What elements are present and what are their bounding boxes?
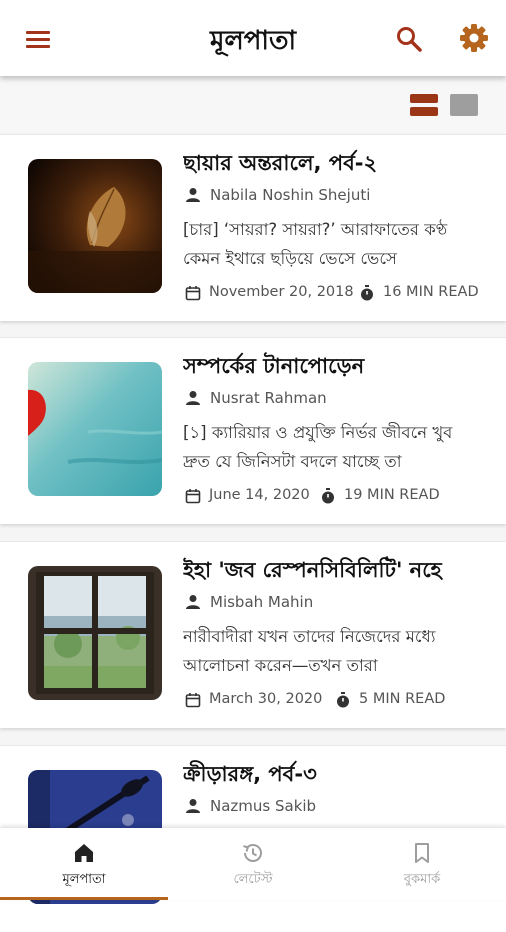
page-title: মূলপাতা xyxy=(209,26,297,56)
article-card[interactable]: ছায়ার অন্তরালে, পর্ব-২ Nabila Noshin Sh… xyxy=(0,134,506,321)
nav-label-bookmark: বুকমার্ক xyxy=(403,872,441,887)
article-title[interactable]: ছায়ার অন্তরালে, পর্ব-২ xyxy=(183,147,493,182)
article-date: June 14, 2020 xyxy=(209,487,310,503)
calendar-icon xyxy=(185,489,201,504)
author-name: Misbah Mahin xyxy=(210,593,314,611)
nav-label-latest: লেটেস্ট xyxy=(233,872,273,887)
bookmark-icon xyxy=(415,843,429,863)
article-meta: March 30, 2020 5 MIN READ xyxy=(183,690,503,710)
article-meta: June 14, 2020 19 MIN READ xyxy=(183,486,503,506)
read-time: 19 MIN READ xyxy=(344,487,440,503)
nav-item-bookmark[interactable]: বুকমার্ক xyxy=(338,828,506,900)
article-title[interactable]: ইহা 'জব রেস্পনসিবিলিটি' নহে xyxy=(183,554,493,589)
article-excerpt: নারীবাদীরা যখন তাদের নিজেদের মধ্যে আলোচন… xyxy=(183,627,436,675)
search-icon[interactable] xyxy=(394,24,424,54)
app-bar: মূলপাতা xyxy=(0,0,506,76)
article-card[interactable]: ইহা 'জব রেস্পনসিবিলিটি' নহে Misbah Mahin… xyxy=(0,541,506,728)
person-icon xyxy=(186,391,200,405)
timer-icon xyxy=(361,285,373,301)
person-icon xyxy=(186,188,200,202)
article-meta: November 20, 2018 16 MIN READ xyxy=(183,283,503,303)
history-icon xyxy=(243,844,262,862)
article-date: March 30, 2020 xyxy=(209,691,323,707)
nav-item-home[interactable]: মূলপাতা xyxy=(0,828,168,900)
timer-icon xyxy=(322,488,334,504)
article-title[interactable]: সম্পর্কের টানাপোড়েন xyxy=(183,350,493,385)
article-thumbnail xyxy=(28,566,162,700)
article-date: November 20, 2018 xyxy=(209,284,354,300)
article-card[interactable]: সম্পর্কের টানাপোড়েন Nusrat Rahman [১] ক… xyxy=(0,337,506,524)
article-thumbnail xyxy=(28,159,162,293)
author-name: Nusrat Rahman xyxy=(210,389,327,407)
gear-icon[interactable] xyxy=(458,22,490,54)
list-view-icon[interactable] xyxy=(410,94,438,118)
calendar-icon xyxy=(185,286,201,301)
article-excerpt: [১] ক্যারিয়ার ও প্রযুক্তি নির্ভর জীবনে … xyxy=(183,423,453,471)
nav-item-latest[interactable]: লেটেস্ট xyxy=(169,828,337,900)
person-icon xyxy=(186,595,200,609)
calendar-icon xyxy=(185,693,201,708)
article-thumbnail xyxy=(28,362,162,496)
author-name: Nazmus Sakib xyxy=(210,797,317,815)
article-title[interactable]: ক্রীড়ারঙ্গ, পর্ব-৩ xyxy=(183,758,493,793)
grid-view-icon[interactable] xyxy=(450,94,478,116)
article-excerpt: [চার] ‘সায়রা? সায়রা?’ আরাফাতের কণ্ঠ কে… xyxy=(183,220,448,268)
nav-label-home: মূলপাতা xyxy=(62,872,106,887)
timer-icon xyxy=(337,692,349,708)
author-name: Nabila Noshin Shejuti xyxy=(210,186,371,204)
person-icon xyxy=(186,799,200,813)
read-time: 16 MIN READ xyxy=(383,284,479,300)
home-icon xyxy=(75,844,93,862)
read-time: 5 MIN READ xyxy=(359,691,446,707)
bottom-navigation: মূলপাতা লেটেস্ট বুকমার্ক xyxy=(0,828,506,900)
